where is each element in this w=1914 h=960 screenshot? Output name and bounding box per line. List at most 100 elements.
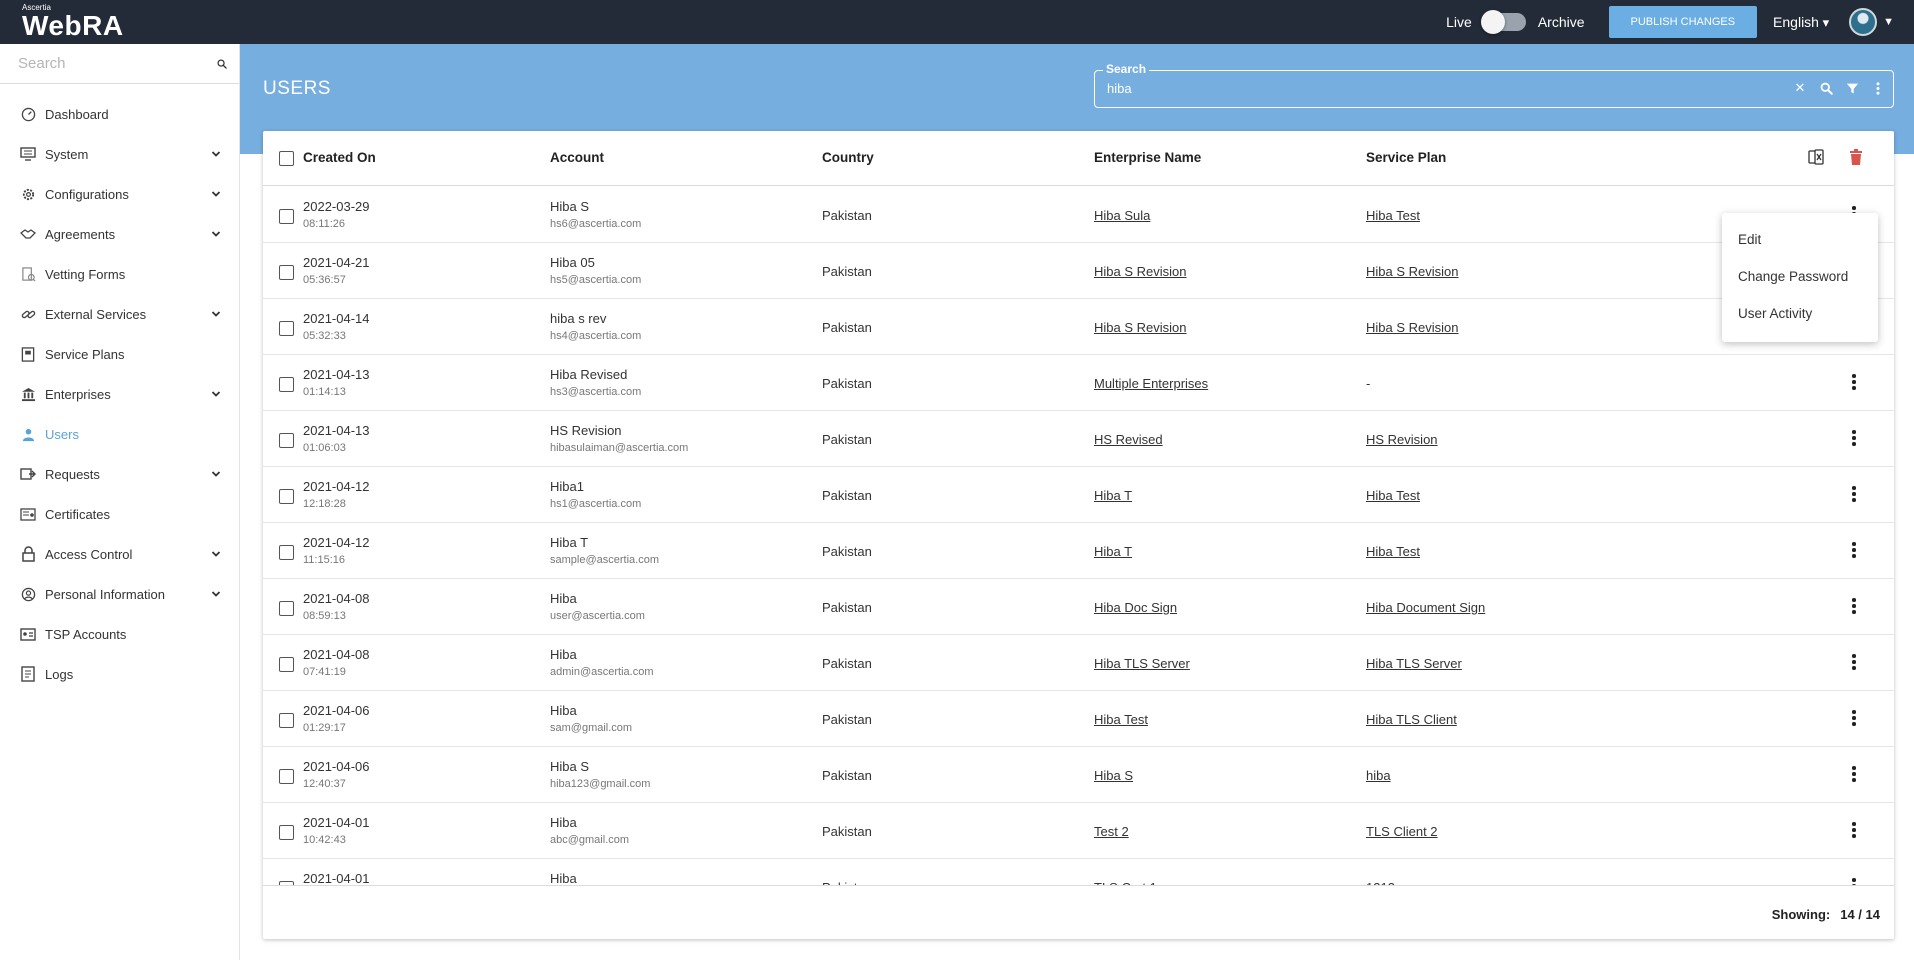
users-search-field[interactable]: Search hiba ✕ <box>1094 62 1894 108</box>
table-row[interactable]: 2021-04-01HibaPakistanTLS Cert 11212 <box>263 859 1894 885</box>
table-row[interactable]: 2021-04-06 12:40:37 Hiba S hiba123@gmail.co… <box>263 747 1894 803</box>
enterprise-link[interactable]: HS Revised <box>1094 432 1163 447</box>
row-checkbox[interactable] <box>279 769 294 784</box>
enterprise-link[interactable]: Hiba S Revision <box>1094 264 1187 279</box>
chevron-down-icon[interactable] <box>211 149 221 159</box>
more-options-icon[interactable] <box>1871 81 1885 95</box>
table-row[interactable]: 2021-04-14 05:32:33 hiba s rev hs4@ascertia… <box>263 299 1894 355</box>
column-header-created-on[interactable]: Created On <box>303 150 376 165</box>
menu-item-change-password[interactable]: Change Password <box>1722 258 1878 295</box>
chevron-down-icon[interactable] <box>211 589 221 599</box>
menu-item-user-activity[interactable]: User Activity <box>1722 295 1878 332</box>
row-actions-icon[interactable] <box>1848 651 1860 673</box>
row-actions-icon[interactable] <box>1848 595 1860 617</box>
caret-down-icon[interactable]: ▼ <box>1883 16 1894 28</box>
table-row[interactable]: 2021-04-12 11:15:16 Hiba T sample@ascertia.… <box>263 523 1894 579</box>
table-row[interactable]: 2021-04-08 07:41:19 Hiba admin@ascertia.com… <box>263 635 1894 691</box>
sidebar-item-external-services[interactable]: External Services <box>0 294 239 334</box>
sidebar-item-certificates[interactable]: Certificates <box>0 494 239 534</box>
row-checkbox[interactable] <box>279 321 294 336</box>
table-row[interactable]: 2021-04-12 12:18:28 Hiba1 hs1@ascertia.com P… <box>263 467 1894 523</box>
search-field-value[interactable]: hiba <box>1107 81 1132 96</box>
sidebar-search-input[interactable] <box>18 55 217 72</box>
enterprise-link[interactable]: Hiba T <box>1094 544 1132 559</box>
publish-changes-button[interactable]: PUBLISH CHANGES <box>1608 6 1758 38</box>
row-actions-icon[interactable] <box>1848 707 1860 729</box>
sidebar-item-enterprises[interactable]: Enterprises <box>0 374 239 414</box>
filter-icon[interactable] <box>1845 81 1859 95</box>
enterprise-link[interactable]: Multiple Enterprises <box>1094 376 1208 391</box>
enterprise-link[interactable]: Hiba TLS Server <box>1094 656 1190 671</box>
export-icon[interactable] <box>1807 148 1825 166</box>
chevron-down-icon[interactable] <box>211 229 221 239</box>
select-all-checkbox[interactable] <box>279 151 294 166</box>
sidebar-item-system[interactable]: System <box>0 134 239 174</box>
table-row[interactable]: 2021-04-21 05:36:57 Hiba 05 hs5@ascertia.co… <box>263 243 1894 299</box>
sidebar-item-personal-information[interactable]: Personal Information <box>0 574 239 614</box>
row-checkbox[interactable] <box>279 545 294 560</box>
enterprise-link[interactable]: Hiba S Revision <box>1094 320 1187 335</box>
column-header-country[interactable]: Country <box>822 150 874 165</box>
chevron-down-icon[interactable] <box>211 189 221 199</box>
service-plan-link[interactable]: Hiba S Revision <box>1366 320 1459 335</box>
enterprise-link[interactable]: Test 2 <box>1094 824 1129 839</box>
search-icon[interactable] <box>217 57 227 71</box>
delete-icon[interactable] <box>1847 148 1865 166</box>
row-actions-icon[interactable] <box>1848 371 1860 393</box>
table-row[interactable]: 2021-04-13 01:06:03 HS Revision hibasulaima… <box>263 411 1894 467</box>
enterprise-link[interactable]: Hiba Test <box>1094 712 1148 727</box>
sidebar-item-access-control[interactable]: Access Control <box>0 534 239 574</box>
app-logo[interactable]: Ascertia WebRA <box>22 3 124 40</box>
row-checkbox[interactable] <box>279 377 294 392</box>
service-plan-link[interactable]: Hiba Test <box>1366 544 1420 559</box>
row-actions-icon[interactable] <box>1848 539 1860 561</box>
sidebar-item-dashboard[interactable]: Dashboard <box>0 94 239 134</box>
table-row[interactable]: 2021-04-13 01:14:13 Hiba Revised hs3@ascert… <box>263 355 1894 411</box>
table-row[interactable]: 2021-04-01 10:42:43 Hiba abc@gmail.com Pakis… <box>263 803 1894 859</box>
service-plan-link[interactable]: Hiba Test <box>1366 488 1420 503</box>
row-actions-icon[interactable] <box>1848 819 1860 841</box>
enterprise-link[interactable]: Hiba T <box>1094 488 1132 503</box>
table-row[interactable]: 2021-04-06 01:29:17 Hiba sam@gmail.com Pakis… <box>263 691 1894 747</box>
row-checkbox[interactable] <box>279 265 294 280</box>
sidebar-item-tsp-accounts[interactable]: TSP Accounts <box>0 614 239 654</box>
chevron-down-icon[interactable] <box>211 389 221 399</box>
menu-item-edit[interactable]: Edit <box>1722 221 1878 258</box>
row-actions-icon[interactable] <box>1848 763 1860 785</box>
service-plan-link[interactable]: Hiba TLS Client <box>1366 712 1457 727</box>
column-header-service-plan[interactable]: Service Plan <box>1366 150 1446 165</box>
chevron-down-icon[interactable] <box>211 469 221 479</box>
row-checkbox[interactable] <box>279 489 294 504</box>
sidebar-item-agreements[interactable]: Agreements <box>0 214 239 254</box>
service-plan-link[interactable]: hiba <box>1366 768 1391 783</box>
sidebar-item-vetting-forms[interactable]: Vetting Forms <box>0 254 239 294</box>
row-checkbox[interactable] <box>279 209 294 224</box>
service-plan-link[interactable]: Hiba S Revision <box>1366 264 1459 279</box>
row-checkbox[interactable] <box>279 713 294 728</box>
language-dropdown[interactable]: English <box>1773 14 1829 31</box>
sidebar-item-users[interactable]: Users <box>0 414 239 454</box>
column-header-account[interactable]: Account <box>550 150 604 165</box>
sidebar-item-configurations[interactable]: Configurations <box>0 174 239 214</box>
chevron-down-icon[interactable] <box>211 549 221 559</box>
row-actions-icon[interactable] <box>1848 483 1860 505</box>
enterprise-link[interactable]: Hiba S <box>1094 768 1133 783</box>
enterprise-link[interactable]: Hiba Sula <box>1094 208 1150 223</box>
sidebar-item-requests[interactable]: Requests <box>0 454 239 494</box>
row-actions-icon[interactable] <box>1848 875 1860 885</box>
search-icon[interactable] <box>1819 81 1833 95</box>
table-row[interactable]: 2022-03-29 08:11:26 Hiba S hs6@ascertia.com… <box>263 187 1894 243</box>
avatar[interactable] <box>1849 8 1878 36</box>
clear-icon[interactable]: ✕ <box>1793 80 1807 95</box>
sidebar-item-logs[interactable]: Logs <box>0 654 239 694</box>
service-plan-link[interactable]: Hiba Test <box>1366 208 1420 223</box>
row-checkbox[interactable] <box>279 657 294 672</box>
service-plan-link[interactable]: HS Revision <box>1366 432 1438 447</box>
row-checkbox[interactable] <box>279 433 294 448</box>
row-checkbox[interactable] <box>279 601 294 616</box>
row-checkbox[interactable] <box>279 825 294 840</box>
table-row[interactable]: 2021-04-08 08:59:13 Hiba user@ascertia.com P… <box>263 579 1894 635</box>
enterprise-link[interactable]: Hiba Doc Sign <box>1094 600 1177 615</box>
sidebar-item-service-plans[interactable]: Service Plans <box>0 334 239 374</box>
live-archive-toggle[interactable] <box>1480 10 1526 34</box>
